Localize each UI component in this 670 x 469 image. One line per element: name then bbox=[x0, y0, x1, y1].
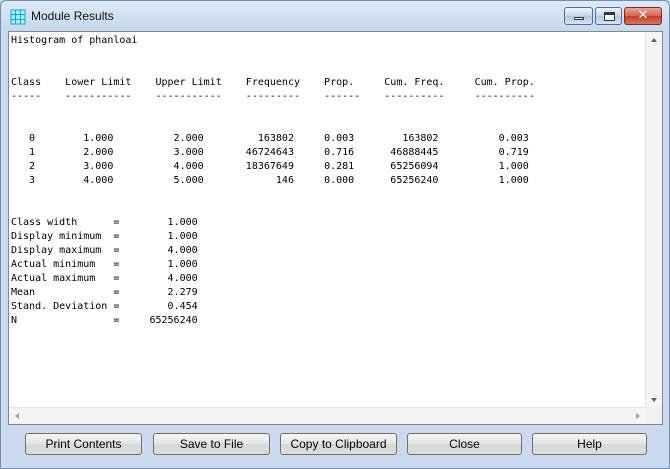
save-to-file-button[interactable]: Save to File bbox=[153, 433, 270, 455]
module-results-window: Module Results ✕ Histogram of phanloai C… bbox=[0, 0, 670, 469]
button-bar: Print Contents Save to File Copy to Clip… bbox=[1, 427, 669, 467]
results-text-area[interactable]: Histogram of phanloai Class Lower Limit … bbox=[9, 32, 646, 408]
scroll-left-icon[interactable] bbox=[15, 413, 19, 419]
help-button[interactable]: Help bbox=[532, 433, 647, 455]
close-button[interactable]: Close bbox=[407, 433, 522, 455]
title-bar[interactable]: Module Results ✕ bbox=[1, 1, 669, 32]
maximize-button[interactable] bbox=[595, 7, 622, 25]
window-title: Module Results bbox=[31, 9, 114, 23]
scroll-right-icon[interactable] bbox=[636, 413, 640, 419]
minimize-button[interactable] bbox=[564, 7, 593, 25]
maximize-icon bbox=[604, 12, 615, 21]
scrollbar-corner bbox=[645, 407, 662, 424]
copy-to-clipboard-button[interactable]: Copy to Clipboard bbox=[280, 433, 397, 455]
results-text: Histogram of phanloai Class Lower Limit … bbox=[11, 35, 535, 326]
scroll-up-icon[interactable] bbox=[651, 38, 657, 42]
vertical-scrollbar[interactable] bbox=[645, 32, 662, 408]
minimize-icon bbox=[574, 17, 584, 20]
scroll-down-icon[interactable] bbox=[651, 398, 657, 402]
print-contents-button[interactable]: Print Contents bbox=[25, 433, 142, 455]
close-window-button[interactable]: ✕ bbox=[624, 7, 662, 25]
grid-icon bbox=[10, 9, 26, 25]
results-text-panel[interactable]: Histogram of phanloai Class Lower Limit … bbox=[8, 31, 663, 425]
horizontal-scrollbar[interactable] bbox=[9, 407, 646, 424]
close-icon: ✕ bbox=[637, 8, 649, 23]
